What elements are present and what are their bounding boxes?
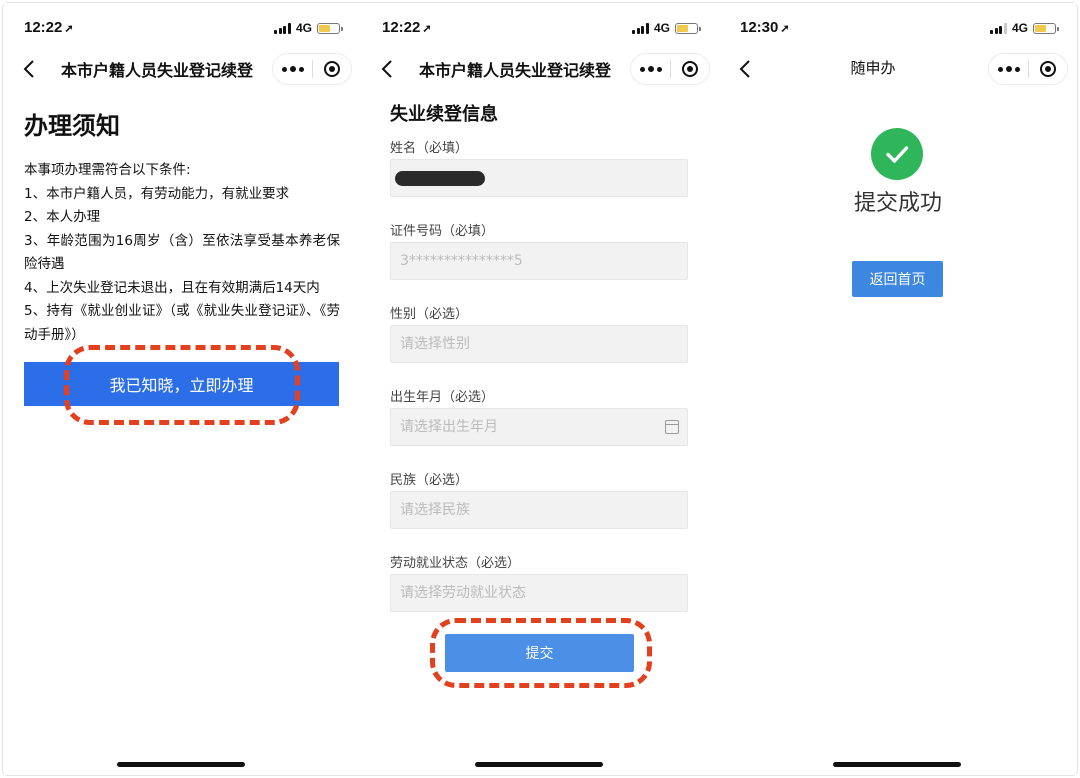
name-field[interactable] xyxy=(390,159,688,197)
more-dots-icon xyxy=(639,66,645,72)
battery-icon xyxy=(675,22,701,34)
status-right: 4G xyxy=(990,21,1059,35)
id-number-label: 证件号码（必填） xyxy=(390,224,495,239)
ethnicity-select[interactable] xyxy=(390,491,688,529)
home-indicator[interactable] xyxy=(475,762,603,767)
acknowledge-apply-button[interactable]: 我已知晓，立即办理 xyxy=(24,362,339,406)
status-bar: 12:30 ➚ 4G xyxy=(738,17,1059,39)
mini-program-capsule xyxy=(272,53,352,85)
id-number-value: 3***************5 xyxy=(400,253,523,269)
chevron-left-icon xyxy=(739,60,750,78)
mini-program-capsule xyxy=(988,53,1068,85)
id-number-field[interactable]: 3***************5 xyxy=(390,242,688,280)
employment-status-select[interactable] xyxy=(390,574,688,612)
notice-line: 4、上次失业登记未退出，且在有效期满后14天内 xyxy=(24,279,320,296)
page-title: 办理须知 xyxy=(24,112,120,140)
nav-title: 随申办 xyxy=(850,59,896,77)
notice-line: 5、持有《就业创业证》（或《就业失业登记证》、《劳动手册》） xyxy=(24,303,340,343)
status-time: 12:22 ➚ xyxy=(24,19,74,36)
target-close-icon xyxy=(323,61,340,77)
birth-date-picker[interactable] xyxy=(390,408,688,446)
close-program-button[interactable] xyxy=(1029,54,1067,84)
screen-form: 12:22 ➚ 4G 本市户籍人员失业登记续登 失业续登信息 姓名（必填） 证件号… xyxy=(362,3,718,775)
employment-status-input[interactable] xyxy=(400,585,678,601)
success-message: 提交成功 xyxy=(853,191,942,216)
network-type: 4G xyxy=(295,21,312,35)
status-right: 4G xyxy=(632,21,701,35)
notice-line: 本事项办理需符合以下条件: xyxy=(24,162,191,178)
chevron-left-icon xyxy=(23,60,34,78)
status-bar: 12:22 ➚ 4G xyxy=(380,17,701,39)
gender-select[interactable] xyxy=(390,325,688,363)
employment-status-label: 劳动就业状态（必选） xyxy=(390,556,521,571)
form-title: 失业续登信息 xyxy=(390,104,498,125)
back-button[interactable] xyxy=(16,55,42,83)
status-right: 4G xyxy=(274,21,343,35)
network-type: 4G xyxy=(1011,21,1028,35)
home-indicator[interactable] xyxy=(117,762,245,767)
target-close-icon xyxy=(681,61,698,77)
ethnicity-input[interactable] xyxy=(400,502,678,518)
notice-line: 3、年龄范围为16周岁（含）至依法享受基本养老保险待遇 xyxy=(24,232,340,273)
name-label: 姓名（必填） xyxy=(390,141,469,156)
target-close-icon xyxy=(1039,61,1056,77)
mini-program-capsule xyxy=(630,53,710,85)
nav-bar: 本市户籍人员失业登记续登 xyxy=(4,49,360,89)
birth-date-input[interactable] xyxy=(400,419,678,435)
location-icon: ➚ xyxy=(780,23,790,35)
calendar-icon[interactable] xyxy=(665,420,679,434)
nav-title: 本市户籍人员失业登记续登 xyxy=(418,61,611,80)
notice-line: 1、本市户籍人员，有劳动能力，有就业要求 xyxy=(24,185,290,202)
close-program-button[interactable] xyxy=(671,54,709,84)
redacted-name xyxy=(395,171,485,186)
status-time: 12:22 ➚ xyxy=(382,19,432,36)
more-button[interactable] xyxy=(989,54,1028,84)
gender-input[interactable] xyxy=(400,336,678,352)
back-button[interactable] xyxy=(374,55,400,83)
battery-icon xyxy=(317,22,343,34)
location-icon: ➚ xyxy=(64,23,74,35)
more-dots-icon xyxy=(281,66,287,72)
success-check-icon xyxy=(871,128,923,180)
gender-label: 性别（必选） xyxy=(390,307,469,322)
signal-icon xyxy=(990,22,1007,34)
notice-text: 本事项办理需符合以下条件: 1、本市户籍人员，有劳动能力，有就业要求 2、本人办… xyxy=(24,159,340,347)
notice-line: 2、本人办理 xyxy=(24,209,101,225)
return-home-button[interactable]: 返回首页 xyxy=(852,261,943,297)
chevron-left-icon xyxy=(381,60,392,78)
nav-title: 本市户籍人员失业登记续登 xyxy=(60,61,253,80)
nav-bar: 本市户籍人员失业登记续登 xyxy=(362,49,718,89)
more-dots-icon xyxy=(997,66,1003,72)
nav-bar: 随申办 xyxy=(720,49,1076,89)
ethnicity-label: 民族（必选） xyxy=(390,473,469,488)
birth-date-label: 出生年月（必选） xyxy=(390,390,495,405)
home-indicator[interactable] xyxy=(833,762,961,767)
screen-notice: 12:22 ➚ 4G 本市户籍人员失业登记续登 办理须知 本事项办理需符合以下条件… xyxy=(4,3,360,775)
location-icon: ➚ xyxy=(422,23,432,35)
close-program-button[interactable] xyxy=(313,54,351,84)
signal-icon xyxy=(632,22,649,34)
screen-success: 12:30 ➚ 4G 随申办 提交成功 返回首页 xyxy=(720,3,1076,775)
more-button[interactable] xyxy=(631,54,670,84)
signal-icon xyxy=(274,22,291,34)
status-bar: 12:22 ➚ 4G xyxy=(22,17,343,39)
more-button[interactable] xyxy=(273,54,312,84)
network-type: 4G xyxy=(653,21,670,35)
battery-icon xyxy=(1033,22,1059,34)
back-button[interactable] xyxy=(732,55,758,83)
status-time: 12:30 ➚ xyxy=(740,19,790,36)
submit-button[interactable]: 提交 xyxy=(445,634,634,672)
